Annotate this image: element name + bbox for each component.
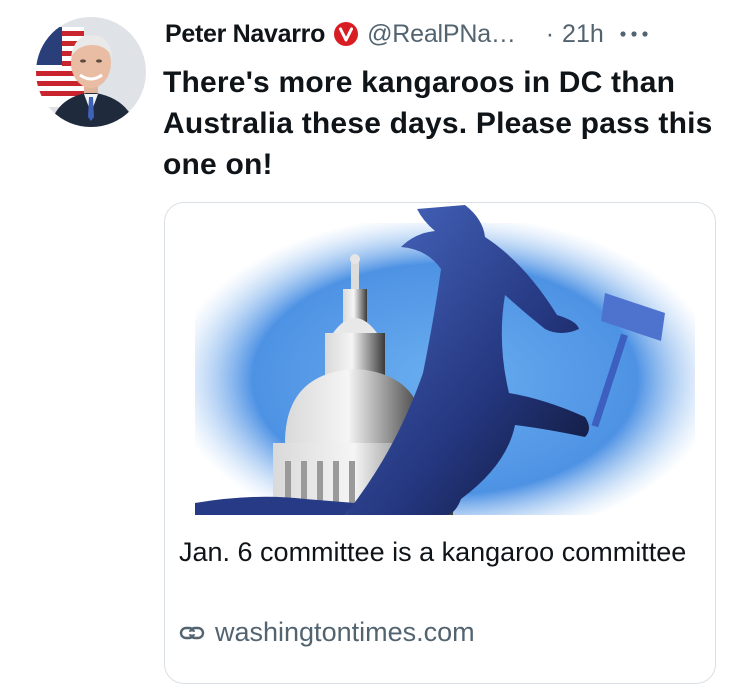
- tweet-text: There's more kangaroos in DC than Austra…: [163, 66, 713, 181]
- separator-dot: ·: [545, 19, 555, 48]
- display-name[interactable]: Peter Navarro: [165, 20, 325, 49]
- tweet-header: Peter Navarro @RealPNa… · 21h: [165, 14, 735, 54]
- more-dots-icon: [620, 31, 648, 37]
- link-icon: [179, 620, 205, 646]
- kangaroo-capitol-illustration: [195, 205, 695, 515]
- profile-photo: [36, 17, 146, 127]
- avatar[interactable]: [36, 17, 146, 127]
- user-handle[interactable]: @RealPNa…: [367, 20, 516, 49]
- verified-badge-icon: [333, 21, 359, 47]
- card-image[interactable]: [165, 203, 715, 515]
- more-options-button[interactable]: [618, 19, 650, 49]
- link-card[interactable]: Jan. 6 committee is a kangaroo committee…: [164, 202, 716, 684]
- card-source[interactable]: washingtontimes.com: [179, 617, 475, 648]
- card-source-domain[interactable]: washingtontimes.com: [215, 617, 475, 648]
- card-title[interactable]: Jan. 6 committee is a kangaroo committee: [179, 533, 699, 572]
- timestamp[interactable]: 21h: [562, 20, 604, 49]
